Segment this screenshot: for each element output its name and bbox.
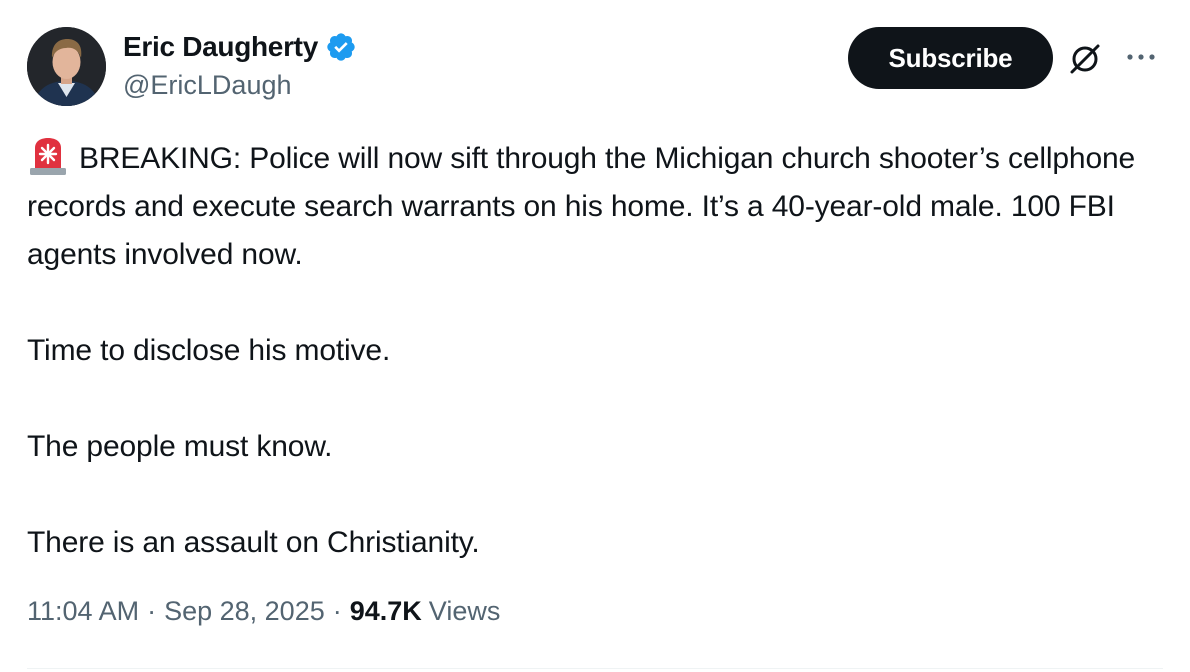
meta-separator: · bbox=[147, 596, 157, 626]
more-horizontal-icon[interactable] bbox=[1124, 46, 1158, 68]
tweet-time[interactable]: 11:04 AM bbox=[27, 596, 139, 627]
meta-separator: · bbox=[332, 596, 342, 626]
tweet-card: Eric Daugherty @EricLDaugh Subscribe BRE… bbox=[0, 0, 1190, 672]
views-label: Views bbox=[428, 596, 501, 626]
tweet-paragraph: The people must know. bbox=[27, 430, 333, 463]
police-siren-icon bbox=[27, 136, 69, 176]
author-name-row: Eric Daugherty bbox=[123, 30, 357, 64]
avatar[interactable] bbox=[27, 27, 106, 106]
verified-badge-icon[interactable] bbox=[325, 31, 357, 63]
tweet-paragraph: Time to disclose his motive. bbox=[27, 334, 391, 367]
subscribe-button[interactable]: Subscribe bbox=[848, 27, 1053, 89]
author-display-name[interactable]: Eric Daugherty bbox=[123, 31, 318, 63]
tweet-metadata: 11:04 AM · Sep 28, 2025 · 94.7K Views bbox=[27, 596, 500, 627]
tweet-paragraph: There is an assault on Christianity. bbox=[27, 526, 480, 559]
grok-icon[interactable] bbox=[1068, 42, 1102, 76]
author-handle[interactable]: @EricLDaugh bbox=[123, 70, 292, 101]
tweet-paragraph: BREAKING: Police will now sift through t… bbox=[27, 135, 1157, 279]
divider bbox=[27, 668, 1163, 669]
views-count: 94.7K bbox=[349, 596, 422, 626]
tweet-date[interactable]: Sep 28, 2025 bbox=[164, 596, 325, 627]
tweet-text: BREAKING: Police will now sift through t… bbox=[27, 135, 1157, 567]
tweet-paragraph-text: BREAKING: Police will now sift through t… bbox=[27, 142, 1136, 271]
